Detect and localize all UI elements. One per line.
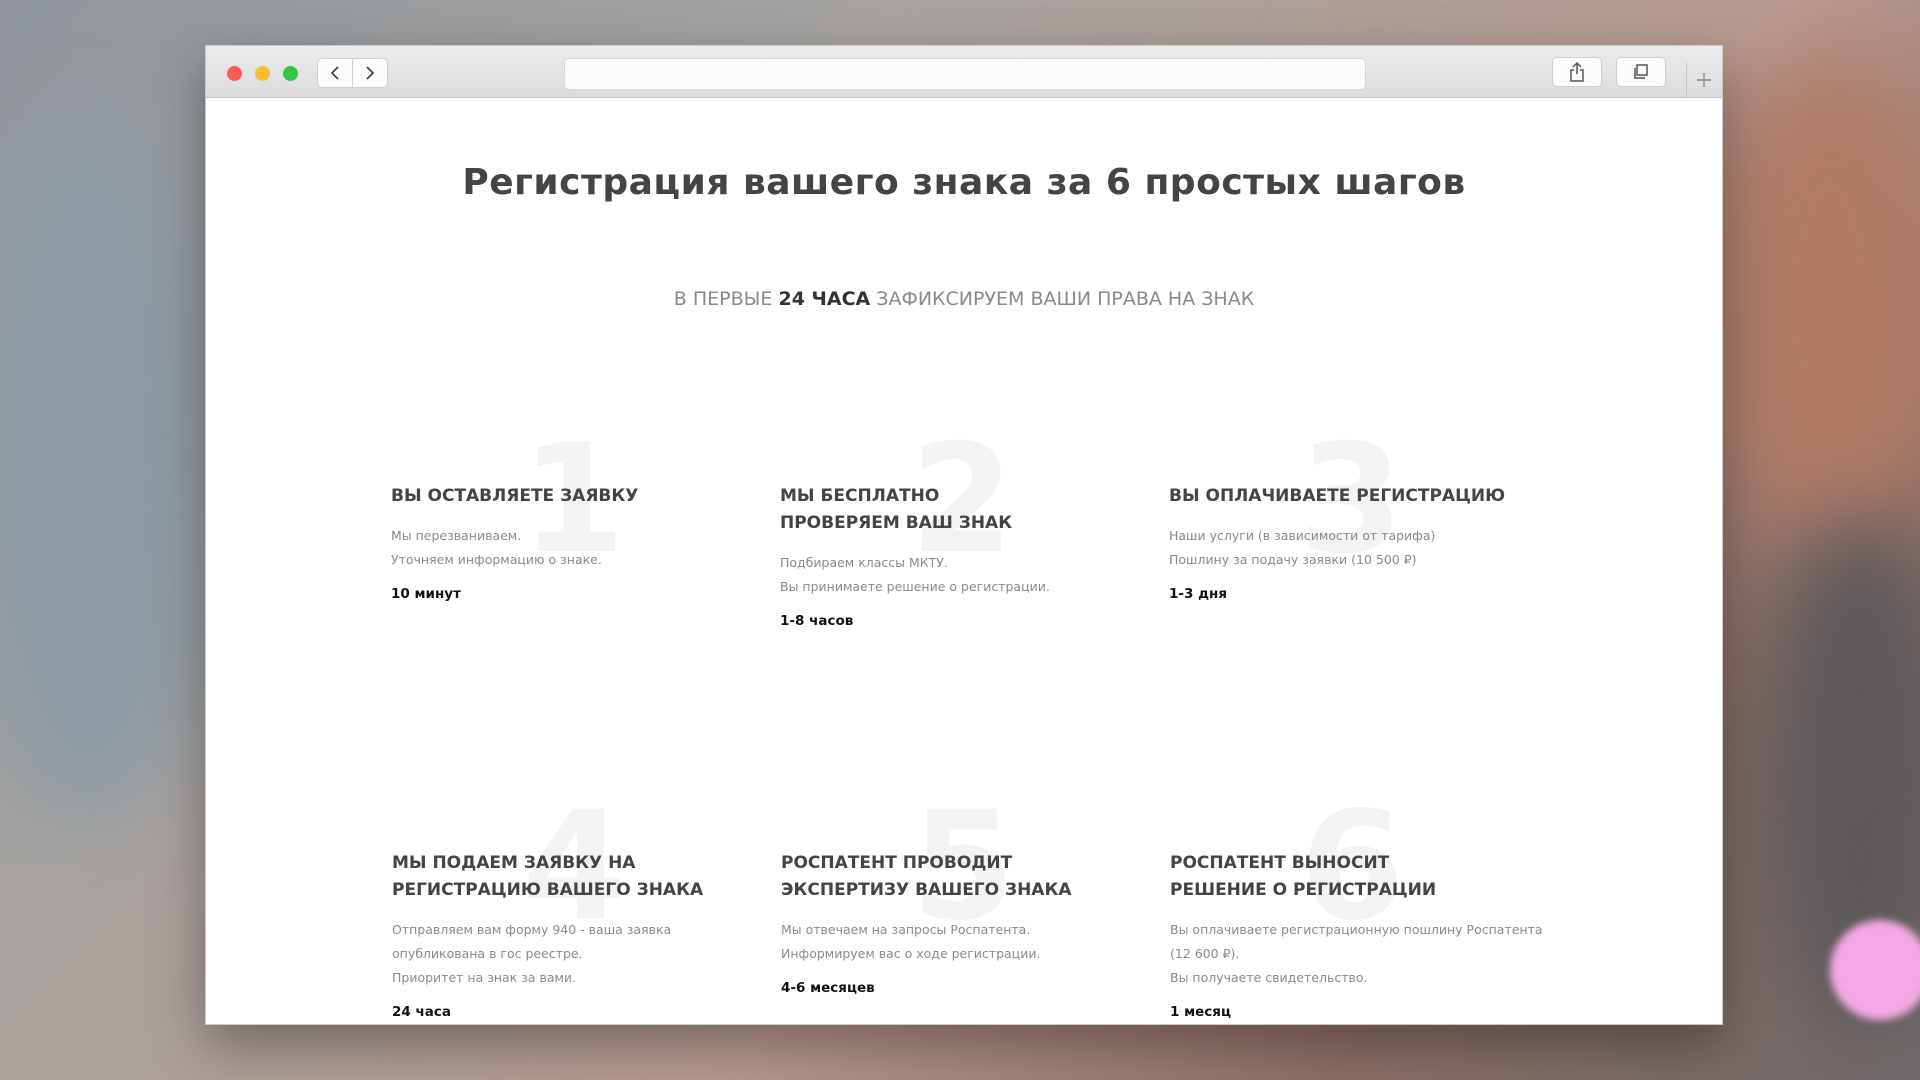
step-description-line: Мы отвечаем на запросы Роспатента. (781, 922, 1031, 937)
step-duration: 1-3 дня (1169, 586, 1227, 602)
step-card: 5 РОСПАТЕНТ ПРОВОДИТ ЭКСПЕРТИЗУ ВАШЕГО З… (781, 780, 1141, 996)
address-bar[interactable] (564, 58, 1366, 90)
step-card: 3 ВЫ ОПЛАЧИВАЕТЕ РЕГИСТРАЦИЮ Наши услуги… (1169, 413, 1529, 602)
step-title-line: РОСПАТЕНТ ПРОВОДИТ (781, 853, 1013, 873)
step-description: Подбираем классы МКТУ. Вы принимаете реш… (780, 551, 1140, 599)
close-window-button[interactable] (227, 66, 242, 81)
step-title-line: РЕШЕНИЕ О РЕГИСТРАЦИИ (1170, 880, 1437, 900)
step-title-line: ЭКСПЕРТИЗУ ВАШЕГО ЗНАКА (781, 880, 1072, 900)
step-title: МЫ ПОДАЕМ ЗАЯВКУ НА РЕГИСТРАЦИЮ ВАШЕГО З… (392, 850, 752, 904)
step-title: РОСПАТЕНТ ВЫНОСИТ РЕШЕНИЕ О РЕГИСТРАЦИИ (1170, 850, 1570, 904)
zoom-window-button[interactable] (283, 66, 298, 81)
floating-chat-bubble (1830, 920, 1920, 1020)
forward-button[interactable] (352, 58, 388, 88)
subtitle-highlight: 24 ЧАСА (778, 288, 871, 310)
subtitle-suffix: ЗАФИКСИРУЕМ ВАШИ ПРАВА НА ЗНАК (876, 288, 1255, 310)
new-tab-button[interactable] (1686, 63, 1721, 97)
step-description-line: Вы оплачиваете регистрационную пошлину Р… (1170, 922, 1543, 937)
page-subtitle: В ПЕРВЫЕ 24 ЧАСА ЗАФИКСИРУЕМ ВАШИ ПРАВА … (206, 288, 1722, 310)
browser-window: Регистрация вашего знака за 6 простых ша… (205, 45, 1723, 1025)
step-title-line: РОСПАТЕНТ ВЫНОСИТ (1170, 853, 1390, 873)
step-title-line: ВЫ ОПЛАЧИВАЕТЕ РЕГИСТРАЦИЮ (1169, 486, 1506, 506)
step-description-line: Информируем вас о ходе регистрации. (781, 946, 1041, 961)
share-icon (1570, 62, 1584, 82)
step-description-line: Отправляем вам форму 940 - ваша заявка (392, 922, 672, 937)
step-description: Наши услуги (в зависимости от тарифа) По… (1169, 524, 1529, 572)
minimize-window-button[interactable] (255, 66, 270, 81)
chevron-left-icon (330, 66, 339, 80)
step-card: 2 МЫ БЕСПЛАТНО ПРОВЕРЯЕМ ВАШ ЗНАК Подбир… (780, 413, 1140, 629)
step-duration: 1-8 часов (780, 613, 854, 629)
step-description: Мы перезваниваем. Уточняем информацию о … (391, 524, 751, 572)
chevron-right-icon (366, 66, 375, 80)
step-description-line: Вы принимаете решение о регистрации. (780, 579, 1050, 594)
step-title-line: МЫ ПОДАЕМ ЗАЯВКУ НА (392, 853, 636, 873)
step-title-line: РЕГИСТРАЦИЮ ВАШЕГО ЗНАКА (392, 880, 704, 900)
step-duration: 24 часа (392, 1004, 451, 1020)
step-card: 6 РОСПАТЕНТ ВЫНОСИТ РЕШЕНИЕ О РЕГИСТРАЦИ… (1170, 780, 1570, 1020)
browser-toolbar (206, 46, 1722, 98)
step-title: ВЫ ОСТАВЛЯЕТЕ ЗАЯВКУ (391, 483, 751, 510)
subtitle-prefix: В ПЕРВЫЕ (673, 288, 773, 310)
tabs-overview-button[interactable] (1616, 57, 1666, 87)
step-description-line: Уточняем информацию о знаке. (391, 552, 602, 567)
step-description: Вы оплачиваете регистрационную пошлину Р… (1170, 918, 1570, 990)
step-card: 1 ВЫ ОСТАВЛЯЕТЕ ЗАЯВКУ Мы перезваниваем.… (391, 413, 751, 602)
tabs-overview-icon (1634, 64, 1648, 79)
step-description-line: опубликована в гос реестре. (392, 946, 583, 961)
page-title: Регистрация вашего знака за 6 простых ша… (462, 162, 1466, 203)
step-title: МЫ БЕСПЛАТНО ПРОВЕРЯЕМ ВАШ ЗНАК (780, 483, 1140, 537)
step-description-line: Приоритет на знак за вами. (392, 970, 577, 985)
page-content: Регистрация вашего знака за 6 простых ша… (206, 98, 1722, 1024)
step-title-line: МЫ БЕСПЛАТНО (780, 486, 940, 506)
step-duration: 10 минут (391, 586, 461, 602)
step-duration: 4-6 месяцев (781, 980, 875, 996)
plus-icon (1697, 73, 1711, 87)
step-description-line: Пошлину за подачу заявки (10 500 ₽) (1169, 552, 1417, 567)
step-description: Мы отвечаем на запросы Роспатента. Инфор… (781, 918, 1141, 966)
background-blob (1700, 60, 1920, 540)
step-title: РОСПАТЕНТ ПРОВОДИТ ЭКСПЕРТИЗУ ВАШЕГО ЗНА… (781, 850, 1141, 904)
step-description: Отправляем вам форму 940 - ваша заявка о… (392, 918, 752, 990)
back-button[interactable] (317, 58, 353, 88)
share-button[interactable] (1552, 57, 1602, 87)
step-card: 4 МЫ ПОДАЕМ ЗАЯВКУ НА РЕГИСТРАЦИЮ ВАШЕГО… (392, 780, 752, 1020)
step-duration: 1 месяц (1170, 1004, 1231, 1020)
step-description-line: Вы получаете свидетельство. (1170, 970, 1368, 985)
step-description-line: (12 600 ₽). (1170, 946, 1240, 961)
step-title: ВЫ ОПЛАЧИВАЕТЕ РЕГИСТРАЦИЮ (1169, 483, 1529, 510)
background-blob (0, 120, 220, 820)
step-description-line: Мы перезваниваем. (391, 528, 522, 543)
step-description-line: Подбираем классы МКТУ. (780, 555, 948, 570)
step-title-line: ПРОВЕРЯЕМ ВАШ ЗНАК (780, 513, 1013, 533)
step-description-line: Наши услуги (в зависимости от тарифа) (1169, 528, 1436, 543)
step-title-line: ВЫ ОСТАВЛЯЕТЕ ЗАЯВКУ (391, 486, 639, 506)
